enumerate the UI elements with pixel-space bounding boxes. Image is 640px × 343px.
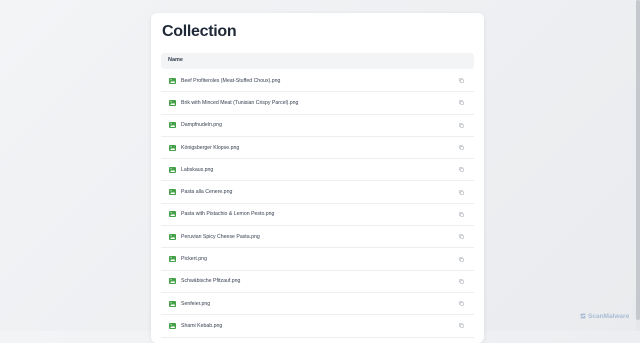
file-name[interactable]: Königsberger Klopse.png: [181, 145, 239, 151]
copy-icon[interactable]: [459, 234, 464, 239]
image-icon: [169, 166, 176, 173]
file-name[interactable]: Beef Profiteroles (Meat-Stuffed Choux).p…: [181, 78, 280, 84]
copy-icon[interactable]: [459, 78, 464, 83]
image-icon: [169, 189, 176, 196]
collection-card: Collection Name Beef Profiteroles (Meat-…: [151, 13, 484, 343]
copy-icon[interactable]: [459, 323, 464, 329]
file-row[interactable]: Dampfnudeln.png: [161, 115, 474, 137]
image-icon: [169, 322, 176, 329]
name-column-header: Name: [168, 57, 183, 63]
image-icon: [169, 144, 176, 151]
image-icon: [169, 300, 176, 307]
file-row[interactable]: Labskaus.png: [161, 159, 474, 182]
file-name[interactable]: Peruvian Spicy Cheese Pasta.png: [181, 234, 260, 240]
file-row[interactable]: Beef Profiteroles (Meat-Stuffed Choux).p…: [161, 70, 474, 93]
table-header: Name: [161, 53, 474, 69]
image-icon: [169, 122, 176, 129]
copy-icon[interactable]: [459, 167, 464, 173]
scrollbar[interactable]: [636, 0, 640, 331]
file-name[interactable]: Senfeier.png: [181, 301, 210, 307]
scanmalware-logo-icon: [580, 313, 586, 319]
copy-icon[interactable]: [459, 212, 464, 217]
file-row[interactable]: Pasta alla Cenere.png: [161, 181, 474, 204]
file-row[interactable]: Pasta with Pistachio & Lemon Pesto.png: [161, 204, 474, 227]
copy-icon[interactable]: [459, 279, 464, 284]
file-row[interactable]: Peruvian Spicy Cheese Pasta.png: [161, 226, 474, 249]
image-icon: [169, 256, 176, 263]
file-row[interactable]: Schwäbische Pfitzauf.png: [161, 271, 474, 293]
copy-icon[interactable]: [459, 122, 464, 128]
image-icon: [169, 278, 176, 285]
image-icon: [169, 233, 176, 240]
file-list: Beef Profiteroles (Meat-Stuffed Choux).p…: [161, 70, 474, 338]
file-row[interactable]: Königsberger Klopse.png: [161, 137, 474, 160]
copy-icon[interactable]: [459, 189, 464, 195]
file-name[interactable]: Pickert.png: [181, 256, 207, 262]
file-name[interactable]: Brik with Minced Meat (Tunisian Crispy P…: [181, 100, 298, 106]
file-row[interactable]: Pickert.png: [161, 248, 474, 271]
file-name[interactable]: Shami Kebab.png: [181, 323, 222, 329]
image-icon: [169, 99, 176, 106]
file-name[interactable]: Labskaus.png: [181, 167, 213, 173]
page-title: Collection: [162, 23, 237, 40]
file-name[interactable]: Schwäbische Pfitzauf.png: [181, 278, 240, 284]
image-icon: [169, 211, 176, 218]
watermark: ScanMalware: [579, 312, 629, 320]
file-row[interactable]: Senfeier.png: [161, 293, 474, 316]
image-icon: [169, 77, 176, 84]
copy-icon[interactable]: [459, 145, 464, 150]
file-name[interactable]: Dampfnudeln.png: [181, 122, 222, 128]
file-name[interactable]: Pasta alla Cenere.png: [181, 189, 232, 195]
file-row[interactable]: Shami Kebab.png: [161, 315, 474, 338]
scrollbar-thumb[interactable]: [636, 0, 640, 320]
copy-icon[interactable]: [459, 301, 464, 306]
copy-icon[interactable]: [459, 100, 464, 106]
copy-icon[interactable]: [459, 256, 464, 262]
watermark-text: ScanMalware: [588, 312, 630, 320]
file-row[interactable]: Brik with Minced Meat (Tunisian Crispy P…: [161, 92, 474, 115]
file-name[interactable]: Pasta with Pistachio & Lemon Pesto.png: [181, 211, 274, 217]
